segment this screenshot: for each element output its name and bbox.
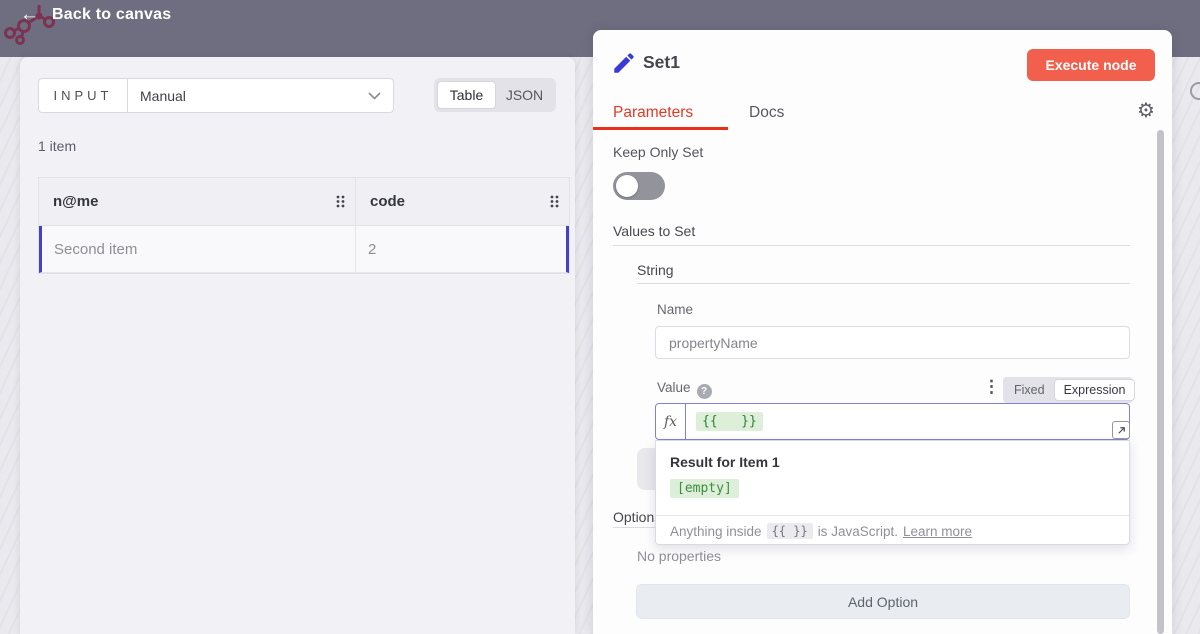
name-input[interactable] [655,326,1130,359]
divider [637,283,1130,284]
table-header-name[interactable]: n@me [39,178,356,225]
table-header-code[interactable]: code [356,178,569,225]
table-header-row: n@me code [39,178,569,226]
active-tab-underline [593,127,728,130]
hint-mid: is JavaScript. [818,524,898,539]
toggle-knob [616,175,638,197]
divider [613,245,1130,246]
preview-result: [empty] [670,479,739,498]
set-node-pencil-icon [611,50,637,76]
hint-code-chip: {{ }} [767,523,813,539]
learn-more-link[interactable]: Learn more [903,524,972,539]
mode-fixed[interactable]: Fixed [1005,379,1054,401]
chevron-down-icon [368,92,381,100]
hint-prefix: Anything inside [670,524,762,539]
values-to-set-label: Values to Set [613,223,695,239]
vertical-scrollbar[interactable] [1157,130,1164,634]
table-cell-code: 2 [356,226,566,272]
value-field-label: Value? [657,380,712,399]
help-question-icon[interactable]: ? [697,384,712,399]
input-panel-title: INPUT [39,79,128,112]
execute-node-button[interactable]: Execute node [1027,49,1155,81]
input-source-value: Manual [140,88,368,104]
fx-icon: fx [656,404,686,439]
no-properties-text: No properties [637,548,721,564]
expand-expression-icon[interactable] [1112,421,1130,439]
options-section-label: Options [613,509,661,525]
table-cell-name: Second item [42,226,356,272]
gear-icon[interactable]: ⚙ [1137,98,1155,123]
view-toggle-json[interactable]: JSON [496,81,553,109]
keep-only-set-toggle[interactable] [613,172,665,200]
mode-expression[interactable]: Expression [1054,379,1136,401]
value-label-text: Value [657,380,691,395]
node-detail-panel: Set1 Execute node Parameters Docs ⚙ Keep… [593,30,1172,634]
expression-input[interactable]: fx {{ }} [655,403,1130,440]
table-row[interactable]: Second item 2 [39,226,569,273]
back-arrow-icon: ← [20,4,39,26]
view-mode-toggle: Table JSON [434,78,556,112]
name-field-label: Name [657,302,693,317]
string-group-label: String [637,262,674,278]
column-header-label: n@me [53,193,336,210]
partial-circle-glyph [1190,82,1200,100]
view-toggle-table[interactable]: Table [437,81,496,109]
input-panel: INPUT Manual Table JSON 1 item n@me code… [20,57,575,634]
tab-docs[interactable]: Docs [749,104,784,122]
input-source-control: INPUT Manual [38,78,394,113]
preview-hint: Anything inside {{ }} is JavaScript. Lea… [656,515,1129,546]
back-label: Back to canvas [52,6,171,24]
tab-parameters[interactable]: Parameters [613,104,693,122]
column-header-label: code [370,193,550,210]
expression-preview-popover: Result for Item 1 [empty] Anything insid… [655,440,1130,545]
back-to-canvas-button[interactable]: ← Back to canvas [20,4,171,26]
drag-handle-icon[interactable] [550,195,559,208]
add-option-button[interactable]: Add Option [636,584,1130,619]
input-source-select[interactable]: Manual [128,79,393,112]
input-data-table: n@me code Second item 2 [38,177,570,274]
node-title[interactable]: Set1 [643,52,680,73]
kebab-menu-icon[interactable]: ⋮ [983,377,1000,397]
fixed-expression-toggle: Fixed Expression [1003,377,1133,403]
drag-handle-icon[interactable] [336,195,345,208]
items-count: 1 item [38,138,76,154]
keep-only-set-label: Keep Only Set [613,144,703,160]
expression-value[interactable]: {{ }} [696,412,763,431]
preview-title: Result for Item 1 [670,454,780,470]
